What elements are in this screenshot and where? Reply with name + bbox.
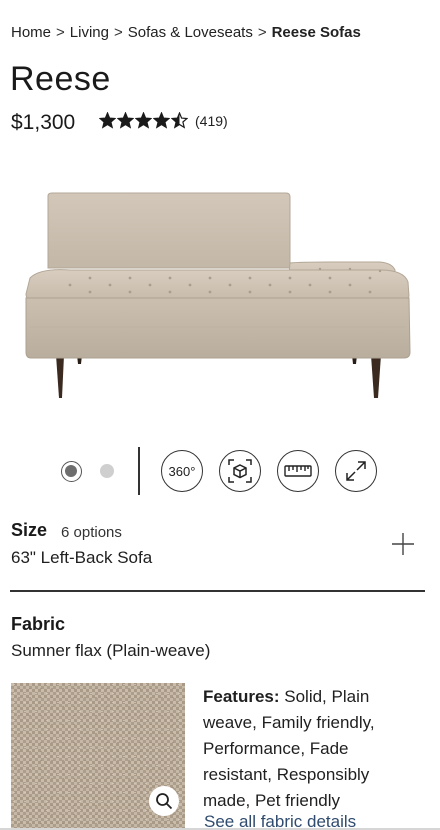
product-rating[interactable]: (419) (99, 112, 228, 129)
breadcrumb-separator: > (257, 24, 267, 41)
breadcrumb-home[interactable]: Home (11, 24, 51, 41)
star-full-icon (99, 112, 116, 129)
fabric-features: Features: Solid, Plain weave, Family fri… (203, 684, 403, 814)
ruler-icon (284, 465, 312, 477)
breadcrumb-living[interactable]: Living (70, 24, 109, 41)
size-selected-value: 63" Left-Back Sofa (11, 548, 153, 567)
product-image (0, 170, 440, 420)
gallery-dot[interactable] (100, 464, 114, 478)
section-divider (10, 590, 425, 592)
size-selector[interactable]: Size 6 options 63" Left-Back Sofa (0, 514, 440, 591)
breadcrumb-current: Reese Sofas (271, 24, 361, 41)
dimensions-button[interactable] (277, 450, 319, 492)
expand-icon (346, 461, 366, 481)
product-title: Reese (10, 60, 111, 98)
fullscreen-button[interactable] (335, 450, 377, 492)
size-label: Size (11, 520, 48, 540)
swatch-zoom-button[interactable] (149, 786, 179, 816)
gallery-controls: 360° (0, 445, 440, 497)
star-full-icon (117, 112, 134, 129)
features-label: Features: (203, 687, 280, 706)
star-full-icon (135, 112, 152, 129)
star-half-icon (171, 112, 188, 129)
plus-icon[interactable] (390, 531, 416, 557)
breadcrumb: Home > Living > Sofas & Loveseats > Reese Sofa… (11, 24, 361, 41)
product-price: $1,300 (11, 111, 76, 134)
fabric-label: Fabric (11, 614, 66, 634)
rating-stars (99, 112, 189, 129)
view-360-label: 360° (168, 463, 196, 479)
ar-view-button[interactable] (219, 450, 261, 492)
breadcrumb-separator: > (113, 24, 123, 41)
size-options-count: 6 options (61, 524, 122, 541)
fabric-selected-value: Sumner flax (Plain-weave) (11, 641, 211, 660)
breadcrumb-sofas-loveseats[interactable]: Sofas & Loveseats (128, 24, 253, 41)
review-count[interactable]: (419) (195, 113, 228, 129)
breadcrumb-separator: > (56, 24, 65, 41)
view-360-button[interactable]: 360° (161, 450, 203, 492)
divider (138, 447, 140, 495)
gallery-dot-active[interactable] (61, 461, 82, 482)
ar-cube-icon (228, 459, 252, 483)
magnifier-icon (156, 793, 173, 810)
star-full-icon (153, 112, 170, 129)
